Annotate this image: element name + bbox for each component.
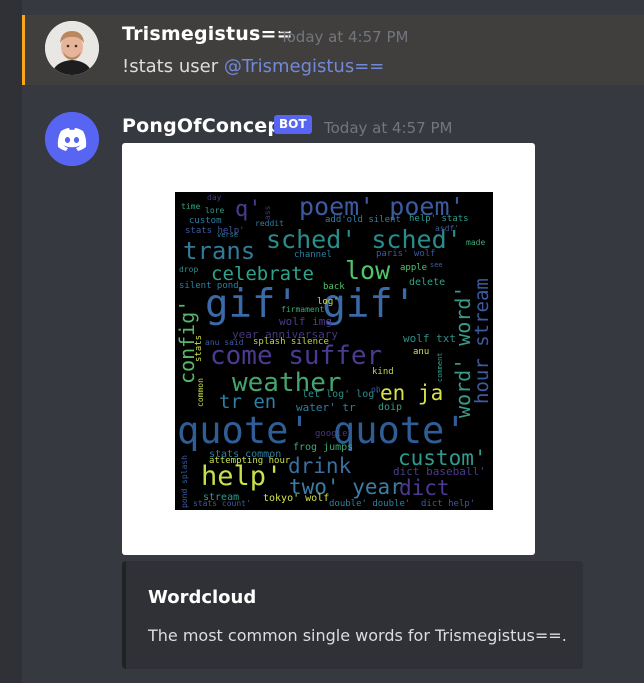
wordcloud-word: dict help' bbox=[421, 499, 476, 509]
wordcloud-word: stats count' bbox=[193, 499, 251, 508]
wordcloud-word: silent pond bbox=[179, 281, 239, 291]
wordcloud-image: gif' gif' quote' quote' come suffer weat… bbox=[175, 192, 493, 510]
wordcloud-word: pond splash bbox=[180, 455, 189, 508]
wordcloud-word: splash silence bbox=[253, 337, 329, 347]
wordcloud-word: custom bbox=[189, 216, 222, 226]
wordcloud-word: kind bbox=[372, 367, 394, 377]
wordcloud-word: wolf txt bbox=[403, 332, 456, 345]
wordcloud-word: frog jumps bbox=[293, 442, 354, 453]
wordcloud-word: low bbox=[345, 256, 391, 285]
wordcloud-word: dict baseball' bbox=[393, 465, 486, 478]
wordcloud-word: double' double' bbox=[329, 499, 411, 509]
wordcloud-embed: Wordcloud The most common single words f… bbox=[122, 561, 583, 669]
user-mention[interactable]: @Trismegistus== bbox=[224, 56, 385, 77]
wordcloud-word: hour stream bbox=[471, 278, 493, 404]
bot-badge: BOT bbox=[274, 115, 312, 134]
wordcloud-word: delete bbox=[409, 277, 446, 288]
wordcloud-word: time bbox=[181, 202, 201, 211]
wordcloud-word: channel bbox=[294, 250, 332, 260]
user-avatar[interactable] bbox=[45, 21, 99, 75]
bot-avatar[interactable] bbox=[45, 112, 99, 166]
wordcloud-word: trans bbox=[183, 237, 256, 265]
wordcloud-word: attempting hour bbox=[209, 456, 291, 466]
wordcloud-word: anu bbox=[413, 347, 430, 357]
message-timestamp: Today at 4:57 PM bbox=[280, 28, 409, 46]
username-pongofconcept[interactable]: PongOfConcept bbox=[122, 115, 290, 137]
username-trismegistus[interactable]: Trismegistus== bbox=[122, 23, 293, 45]
wordcloud-word: dict bbox=[399, 476, 450, 500]
wordcloud-word: oh bbox=[371, 385, 381, 394]
wordcloud-word: let log' log' bbox=[302, 389, 381, 400]
wordcloud-word: verse bbox=[217, 231, 239, 239]
wordcloud-word: tokyo' wolf bbox=[263, 493, 330, 504]
wordcloud-word: word' word' bbox=[451, 285, 475, 418]
wordcloud-word: drink bbox=[288, 454, 352, 478]
wordcloud-word: add'old silent bbox=[325, 215, 401, 225]
bot-message-timestamp: Today at 4:57 PM bbox=[324, 119, 453, 137]
wordcloud-word: reddit bbox=[255, 219, 284, 228]
wordcloud-word: anu said bbox=[205, 338, 244, 347]
wordcloud-word: common bbox=[196, 378, 205, 407]
wordcloud-word: made bbox=[466, 238, 486, 247]
wordcloud-word: drop bbox=[179, 265, 199, 274]
wordcloud-word: paris' wolf bbox=[376, 249, 436, 259]
wordcloud-word: help' bbox=[201, 461, 283, 492]
embed-title: Wordcloud bbox=[148, 587, 257, 608]
wordcloud-word: apple bbox=[400, 263, 428, 273]
message-content: !stats user @Trismegistus== bbox=[122, 56, 384, 77]
wordcloud-word: doip bbox=[378, 402, 403, 413]
wordcloud-word: asdf' bbox=[435, 224, 460, 233]
wordcloud-word: google bbox=[315, 429, 348, 439]
command-text: !stats user bbox=[122, 56, 224, 77]
wordcloud-word: back bbox=[323, 282, 345, 292]
wordcloud-word: q' bbox=[235, 197, 262, 222]
wordcloud-word: see bbox=[430, 261, 443, 269]
wordcloud-word: day bbox=[207, 193, 222, 202]
wordcloud-word: ass bbox=[263, 205, 272, 220]
wordcloud-word: stats bbox=[194, 334, 204, 362]
wordcloud-word: wolf img bbox=[279, 315, 332, 328]
left-rail bbox=[0, 0, 22, 683]
wordcloud-word: water' tr bbox=[296, 401, 356, 414]
wordcloud-word: help' stats bbox=[409, 214, 469, 224]
wordcloud-word: firmament bbox=[281, 305, 325, 314]
wordcloud-word: tr en bbox=[219, 391, 277, 413]
wordcloud-word: lore bbox=[205, 206, 225, 215]
wordcloud-word: comment bbox=[436, 352, 444, 382]
wordcloud-word: en ja bbox=[380, 381, 444, 405]
embed-description: The most common single words for Trismeg… bbox=[148, 626, 567, 645]
